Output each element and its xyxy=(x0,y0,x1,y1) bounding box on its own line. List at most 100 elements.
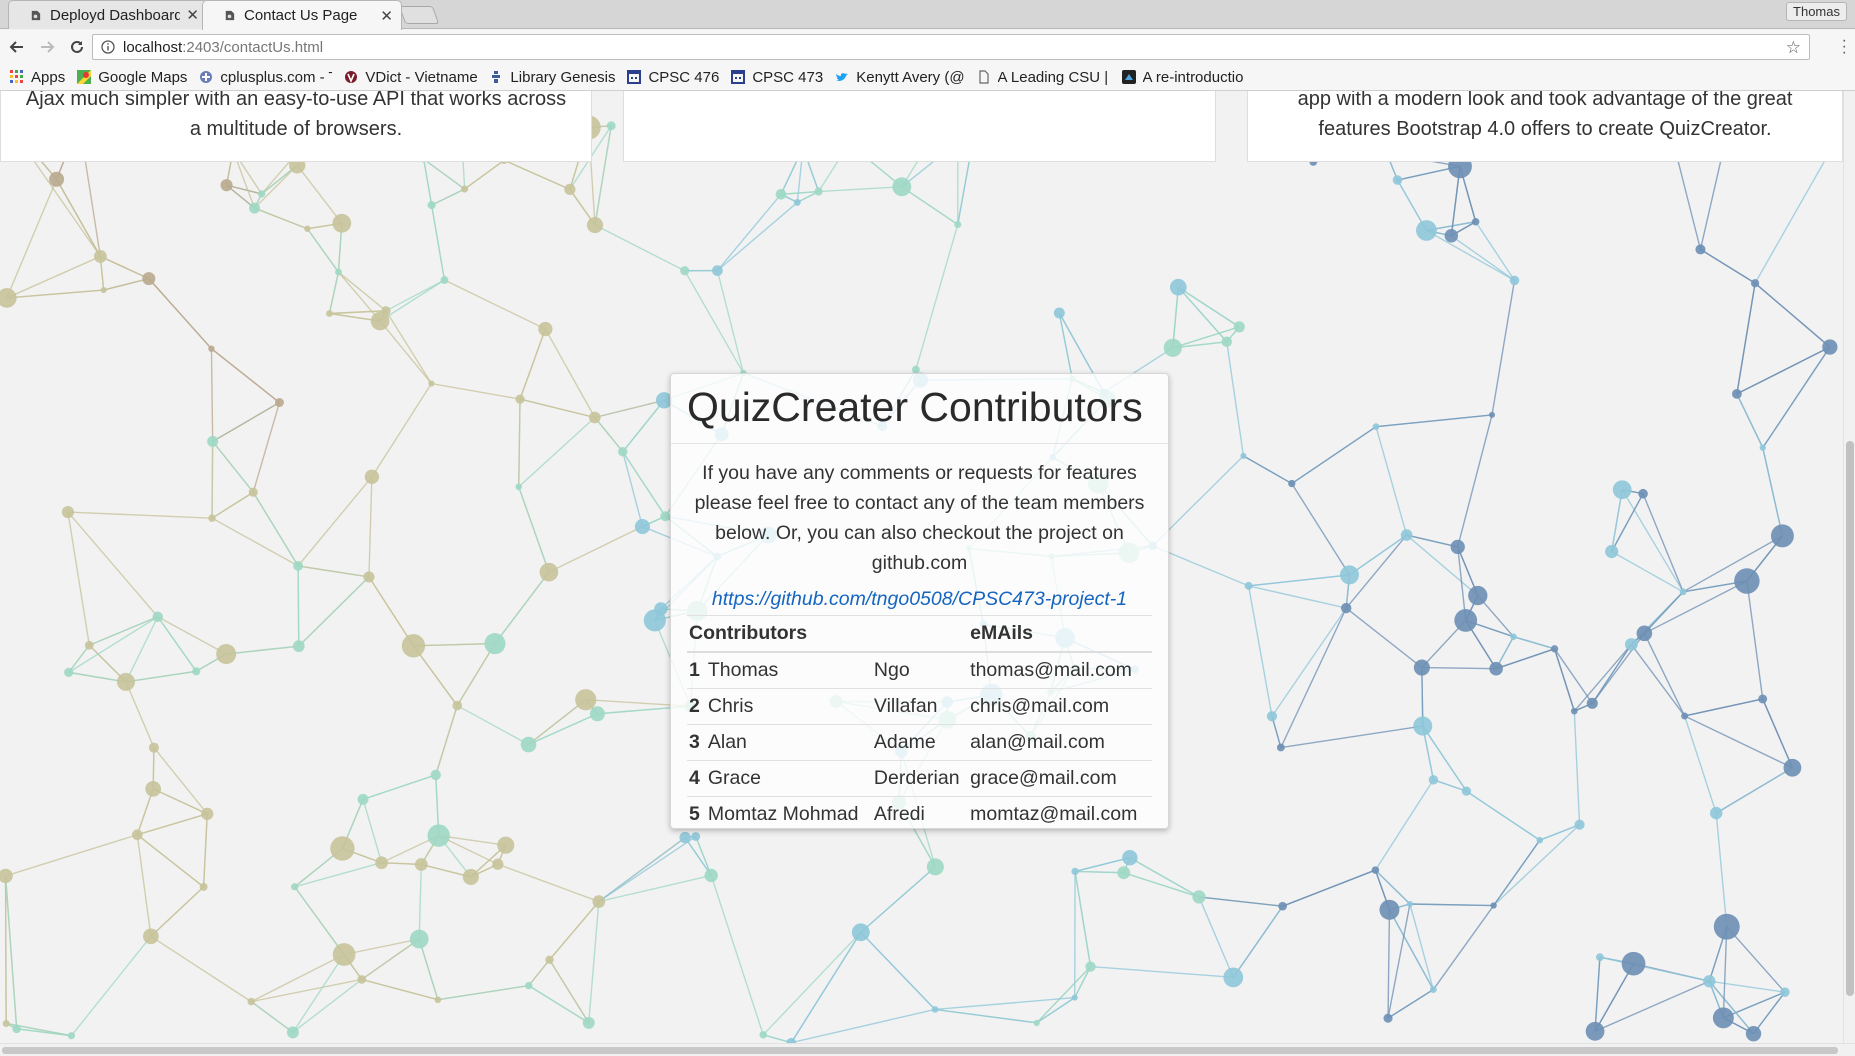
network-link xyxy=(1432,905,1495,990)
network-node xyxy=(1734,568,1760,594)
network-link xyxy=(6,178,58,299)
network-link xyxy=(254,164,298,209)
network-node xyxy=(618,446,628,457)
network-node xyxy=(1461,786,1472,796)
network-node xyxy=(1454,609,1478,632)
bookmark-cplusplus[interactable]: cplusplus.com - T xyxy=(199,69,332,86)
first-name: Momtaz Mohmad xyxy=(705,796,872,832)
network-link xyxy=(1736,346,1831,395)
row-number: 3 xyxy=(687,724,706,761)
network-node xyxy=(434,996,442,1004)
network-node xyxy=(257,190,266,198)
network-link xyxy=(252,491,299,567)
tab-deployd-dashboard[interactable]: Deployd Dashboard ✕ xyxy=(8,0,208,29)
network-link xyxy=(901,186,959,226)
network-node xyxy=(654,602,668,616)
network-node xyxy=(1638,488,1648,499)
network-link xyxy=(306,228,339,273)
network-link xyxy=(251,978,362,1003)
network-link xyxy=(1746,580,1764,700)
arrow-left-icon xyxy=(9,41,23,53)
row-number: 1 xyxy=(687,651,706,689)
bookmark-cpsc-476[interactable]: CPSC 476 xyxy=(627,69,719,86)
network-link xyxy=(254,207,308,230)
page-title: QuizCreater Contributors xyxy=(671,384,1168,444)
network-node xyxy=(401,634,426,658)
bookmark-google-maps[interactable]: Google Maps xyxy=(77,69,187,86)
forward-button[interactable] xyxy=(34,34,60,60)
network-link xyxy=(150,886,205,937)
bookmark-kenytt-avery[interactable]: Kenytt Avery (@ xyxy=(835,69,965,86)
network-node xyxy=(2,1019,10,1027)
browser-menu-icon[interactable]: · · · xyxy=(1842,33,1847,61)
network-node xyxy=(93,250,107,263)
bookmark-apps[interactable]: Apps xyxy=(10,69,65,86)
network-link xyxy=(456,643,496,706)
network-node xyxy=(1695,244,1706,255)
network-link xyxy=(1493,824,1581,907)
row-number: 2 xyxy=(687,688,706,725)
vertical-scrollbar[interactable] xyxy=(1843,91,1855,1043)
horizontal-scrollbar[interactable] xyxy=(0,1043,1855,1056)
network-link xyxy=(1387,909,1391,1019)
network-node xyxy=(1703,975,1716,988)
network-node xyxy=(1636,625,1653,642)
bookmark-star-icon[interactable]: ☆ xyxy=(1786,38,1801,58)
back-button[interactable] xyxy=(4,34,30,60)
network-link xyxy=(1573,711,1581,825)
network-node xyxy=(492,858,504,870)
network-node xyxy=(1169,278,1187,296)
last-name: Ngo xyxy=(871,651,969,689)
vertical-scrollbar-thumb[interactable] xyxy=(1846,441,1854,996)
network-node xyxy=(1510,633,1517,640)
network-link xyxy=(70,935,152,1037)
network-node xyxy=(1400,529,1413,541)
bookmark-re-introduction[interactable]: A re-introductio xyxy=(1121,69,1243,86)
network-node xyxy=(759,1031,767,1039)
bookmark-leading-csu[interactable]: A Leading CSU | C xyxy=(977,69,1110,86)
network-node xyxy=(61,506,74,519)
new-tab-button[interactable] xyxy=(398,6,440,24)
network-link xyxy=(1709,980,1785,993)
bookmark-cpsc-473[interactable]: CPSC 473 xyxy=(731,69,823,86)
email: thomas@mail.com xyxy=(968,651,1152,689)
network-node xyxy=(1574,819,1585,830)
close-tab-icon[interactable]: ✕ xyxy=(186,6,199,24)
network-link xyxy=(1539,824,1580,841)
row-number: 4 xyxy=(687,760,706,797)
network-link xyxy=(464,159,505,190)
network-link xyxy=(1457,414,1493,548)
network-link xyxy=(1426,229,1515,282)
network-link xyxy=(594,399,665,419)
github-repo-link[interactable]: https://github.com/tngo0508/CPSC473-proj… xyxy=(687,588,1152,611)
feature-card-jquery: Ajax much simpler with an easy-to-use AP… xyxy=(0,91,592,162)
network-link xyxy=(1375,414,1493,428)
network-node xyxy=(148,742,159,753)
info-icon xyxy=(101,40,115,54)
network-link xyxy=(362,799,383,863)
network-link xyxy=(548,901,600,961)
bookmarks-bar: Apps Google Maps cplusplus.com - T VDict… xyxy=(0,64,1855,91)
network-node xyxy=(775,188,787,200)
network-link xyxy=(297,476,373,567)
tab-contact-us[interactable]: Contact Us Page ✕ xyxy=(202,0,402,30)
address-bar[interactable]: localhost:2403/contactUs.html ☆ xyxy=(92,34,1810,60)
deployd-favicon-icon xyxy=(225,10,235,21)
network-node xyxy=(524,981,533,990)
bookmark-library-genesis[interactable]: Library Genesis xyxy=(489,69,615,86)
last-name: Derderian xyxy=(871,760,969,797)
bookmark-vdict[interactable]: VDict - Vietname xyxy=(344,69,477,86)
profile-button[interactable]: Thomas xyxy=(1786,2,1847,21)
network-link xyxy=(423,159,433,206)
network-link xyxy=(89,616,159,646)
close-tab-icon[interactable]: ✕ xyxy=(380,7,393,25)
network-node xyxy=(1509,275,1520,286)
network-link xyxy=(211,441,214,519)
network-link xyxy=(337,271,381,322)
network-node xyxy=(220,179,233,192)
network-link xyxy=(1722,926,1728,1018)
tab-strip: Deployd Dashboard ✕ Contact Us Page ✕ Th… xyxy=(0,0,1855,30)
network-node xyxy=(1429,986,1437,994)
horizontal-scrollbar-thumb[interactable] xyxy=(2,1047,1838,1054)
reload-button[interactable] xyxy=(64,34,90,60)
